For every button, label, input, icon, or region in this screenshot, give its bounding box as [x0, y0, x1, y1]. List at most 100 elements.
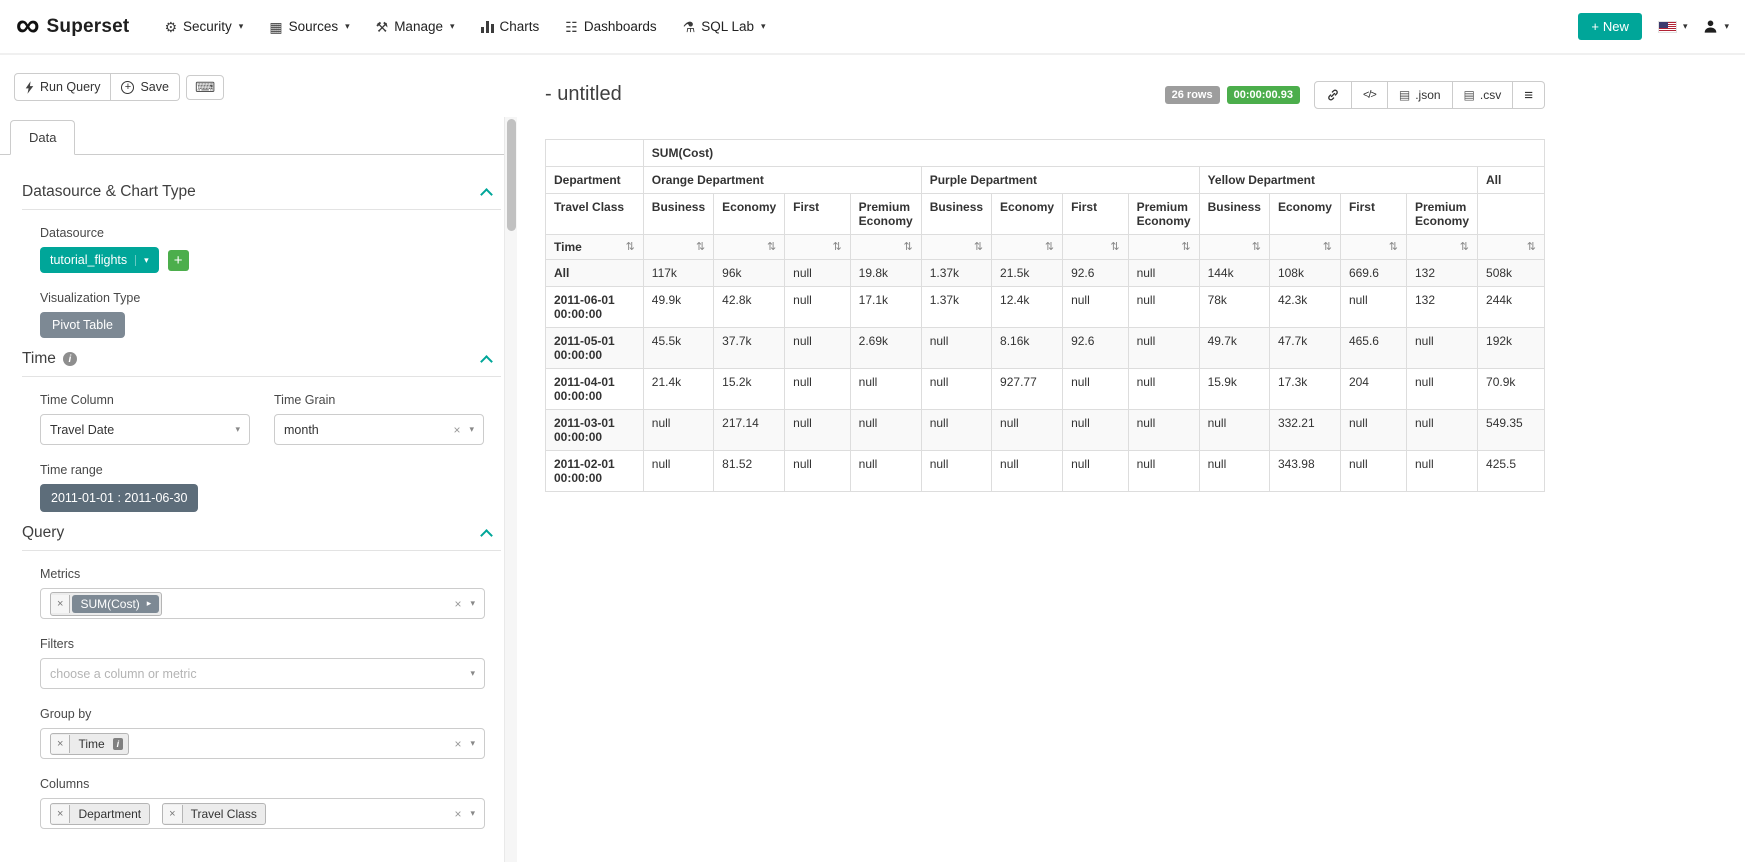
column-chip[interactable]: × Department: [50, 803, 150, 825]
viz-type-select[interactable]: Pivot Table: [40, 312, 125, 338]
sortable-header[interactable]: ⇅: [785, 235, 851, 260]
clear-icon[interactable]: ×: [453, 423, 460, 437]
filters-placeholder: choose a column or metric: [50, 667, 197, 681]
filters-select[interactable]: choose a column or metric ▾: [40, 658, 485, 689]
add-datasource-button[interactable]: +: [168, 250, 189, 271]
remove-icon[interactable]: ×: [163, 805, 182, 823]
code-icon: </>: [1363, 89, 1376, 101]
pivot-cell: 8.16k: [992, 328, 1063, 369]
keyboard-icon: ⌨: [195, 79, 215, 96]
superset-brand[interactable]: ∞ Superset: [16, 13, 129, 41]
section-header-query[interactable]: Query: [22, 524, 501, 542]
groupby-chip[interactable]: × Time i: [50, 733, 129, 755]
caret-down-icon: ▾: [469, 424, 474, 435]
pivot-cell: 96k: [714, 260, 785, 287]
plus-icon: +: [174, 253, 183, 268]
pivot-cell: null: [921, 369, 991, 410]
export-json-button[interactable]: ▤ .json: [1388, 81, 1453, 109]
tab-data[interactable]: Data: [10, 120, 75, 155]
pivot-cell: 42.3k: [1269, 287, 1340, 328]
sortable-header[interactable]: ⇅: [1199, 235, 1269, 260]
sortable-header[interactable]: ⇅: [1063, 235, 1129, 260]
nav-label: Sources: [289, 19, 339, 34]
pivot-cell: 549.35: [1478, 410, 1545, 451]
filters-label: Filters: [40, 637, 501, 651]
nav-item-sql-lab[interactable]: ⚗ SQL Lab ▾: [670, 9, 779, 44]
pivot-cell: 21.4k: [643, 369, 713, 410]
panel-scrollbar[interactable]: [504, 117, 517, 862]
language-dropdown[interactable]: ▾: [1658, 21, 1688, 33]
metrics-select[interactable]: × SUM(Cost) ▸ × ▾: [40, 588, 485, 619]
pivot-cell: null: [1128, 287, 1199, 328]
caret-down-icon: ▾: [1724, 21, 1729, 32]
keyboard-shortcuts-button[interactable]: ⌨: [186, 75, 224, 100]
time-range-button[interactable]: 2011-01-01 : 2011-06-30: [40, 484, 198, 512]
datasource-select[interactable]: tutorial_flights ▾: [40, 247, 159, 273]
pivot-cell: 343.98: [1269, 451, 1340, 492]
remove-icon[interactable]: ×: [51, 595, 70, 613]
sortable-header[interactable]: ⇅: [1340, 235, 1406, 260]
explore-control-panel: Run Query + Save ⌨ Data Datasource & Cha…: [0, 55, 517, 862]
caret-down-icon: ▾: [1683, 21, 1688, 32]
bolt-icon: [25, 81, 34, 94]
save-button[interactable]: + Save: [111, 73, 180, 101]
pivot-data-row: All117k96knull19.8k1.37k21.5k92.6null144…: [546, 260, 1545, 287]
pivot-cell: null: [1063, 287, 1129, 328]
col-group-header: Yellow Department: [1199, 167, 1477, 194]
groupby-select[interactable]: × Time i × ▾: [40, 728, 485, 759]
clear-icon[interactable]: ×: [454, 737, 461, 751]
more-options-button[interactable]: ≡: [1513, 81, 1545, 109]
pivot-subcol-row: Travel ClassBusinessEconomyFirstPremium …: [546, 194, 1545, 235]
col-dim-header: Department: [546, 167, 644, 194]
clear-icon[interactable]: ×: [454, 597, 461, 611]
query-toolbar: Run Query + Save ⌨: [0, 55, 517, 109]
sortable-header[interactable]: ⇅: [850, 235, 921, 260]
time-grain-select[interactable]: month × ▾: [274, 414, 484, 445]
metric-chip[interactable]: × SUM(Cost) ▸: [50, 592, 162, 616]
pivot-cell: 47.7k: [1269, 328, 1340, 369]
scrollbar-thumb[interactable]: [507, 119, 516, 231]
sortable-header[interactable]: ⇅: [1128, 235, 1199, 260]
pivot-sort-row: Time⇅⇅⇅⇅⇅⇅⇅⇅⇅⇅⇅⇅⇅⇅: [546, 235, 1545, 260]
view-query-button[interactable]: </>: [1352, 81, 1388, 109]
section-header-datasource[interactable]: Datasource & Chart Type: [22, 183, 501, 201]
pivot-cell: null: [850, 369, 921, 410]
nav-item-security[interactable]: ⚙ Security ▾: [151, 9, 256, 44]
sortable-header[interactable]: ⇅: [714, 235, 785, 260]
viz-type-label: Visualization Type: [40, 291, 501, 305]
new-button[interactable]: +New: [1578, 13, 1642, 40]
sort-icon: ⇅: [1323, 240, 1332, 253]
nav-item-dashboards[interactable]: ☷ Dashboards: [552, 9, 669, 44]
sortable-header[interactable]: ⇅: [921, 235, 991, 260]
user-dropdown[interactable]: ▾: [1703, 19, 1729, 34]
pivot-cell: 92.6: [1063, 328, 1129, 369]
remove-icon[interactable]: ×: [51, 735, 70, 753]
subcol-header: Business: [1199, 194, 1269, 235]
nav-item-sources[interactable]: ▦ Sources ▾: [256, 9, 362, 44]
columns-select[interactable]: × Department × Travel Class × ▾: [40, 798, 485, 829]
share-link-button[interactable]: [1314, 81, 1352, 109]
nav-item-charts[interactable]: Charts: [468, 9, 553, 44]
subcol-header: Business: [921, 194, 991, 235]
run-query-button[interactable]: Run Query: [14, 73, 111, 101]
sort-icon: ⇅: [1110, 240, 1119, 253]
column-chip[interactable]: × Travel Class: [162, 803, 266, 825]
divider: [22, 209, 501, 210]
chart-title[interactable]: - untitled: [545, 83, 622, 106]
sortable-header[interactable]: ⇅: [1478, 235, 1545, 260]
caret-down-icon: ▾: [470, 738, 475, 749]
clear-icon[interactable]: ×: [454, 807, 461, 821]
sortable-header[interactable]: ⇅: [1269, 235, 1340, 260]
pivot-cell: 2.69k: [850, 328, 921, 369]
pivot-cell: null: [1407, 328, 1478, 369]
pivot-cell: null: [921, 410, 991, 451]
nav-item-manage[interactable]: ⚒ Manage ▾: [363, 9, 468, 44]
sortable-header[interactable]: ⇅: [643, 235, 713, 260]
section-header-time[interactable]: Time i: [22, 350, 501, 368]
sortable-header[interactable]: ⇅: [1407, 235, 1478, 260]
export-csv-button[interactable]: ▤ .csv: [1453, 81, 1514, 109]
sortable-header[interactable]: ⇅: [992, 235, 1063, 260]
remove-icon[interactable]: ×: [51, 805, 70, 823]
sortable-header[interactable]: Time⇅: [546, 235, 644, 260]
time-column-select[interactable]: Travel Date ▾: [40, 414, 250, 445]
